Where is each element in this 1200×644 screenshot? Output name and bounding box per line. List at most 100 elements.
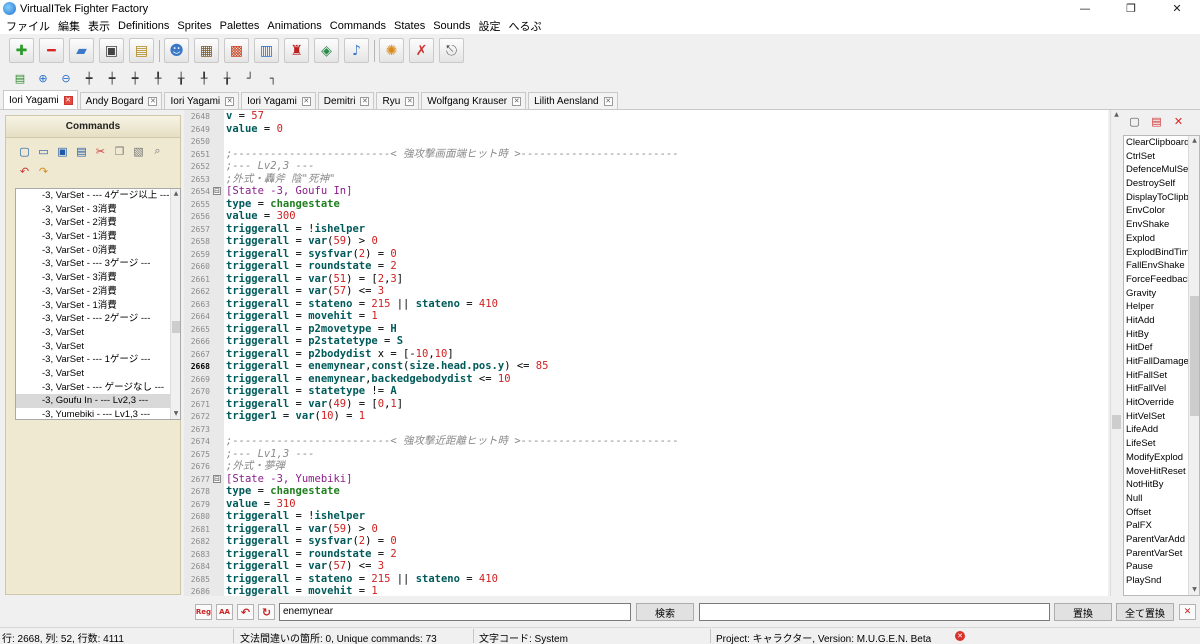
insert-9-icon[interactable]: ┐ bbox=[264, 70, 282, 88]
fold-toggle-icon[interactable]: ⊟ bbox=[213, 474, 221, 483]
regex-toggle[interactable]: Reg bbox=[195, 604, 212, 620]
insert-1-icon[interactable]: ┿ bbox=[80, 70, 98, 88]
controllers-scrollbar[interactable]: ▲ ▼ bbox=[1188, 136, 1199, 595]
list-item[interactable]: -3, VarSet - --- ゲージなし --- bbox=[16, 381, 180, 395]
sprites-icon[interactable]: ▩ bbox=[224, 38, 249, 63]
code-line[interactable]: triggerall = var(51) = [2,3] bbox=[226, 273, 403, 286]
save-as-icon[interactable]: ▤ bbox=[73, 143, 90, 159]
code-line[interactable]: triggerall = var(59) > 0 bbox=[226, 523, 378, 536]
edit-list-icon[interactable]: ▤ bbox=[1149, 114, 1164, 129]
menu-states[interactable]: States bbox=[390, 20, 429, 32]
list-item[interactable]: -3, VarSet - --- 2ゲージ --- bbox=[16, 312, 180, 326]
scroll-thumb[interactable] bbox=[1190, 296, 1199, 416]
close-tab-icon[interactable]: ✕ bbox=[301, 96, 311, 106]
insert-3-icon[interactable]: ┿ bbox=[126, 70, 144, 88]
code-line[interactable]: type = changestate bbox=[226, 198, 340, 211]
definitions-icon[interactable]: ▦ bbox=[194, 38, 219, 63]
code-line[interactable]: trigger1 = var(10) = 1 bbox=[226, 410, 365, 423]
tab-wolfgang-krauser[interactable]: Wolfgang Krauser ✕ bbox=[421, 92, 527, 109]
tab-iori-yagami-3[interactable]: Iori Yagami ✕ bbox=[241, 92, 316, 109]
code-line[interactable]: ;-------------------------< 強攻撃近距離ヒット時 >… bbox=[226, 435, 679, 448]
menu-palettes[interactable]: Palettes bbox=[216, 20, 264, 32]
calculator-icon[interactable]: ▤ bbox=[11, 70, 29, 88]
maximize-button[interactable]: ❐ bbox=[1108, 0, 1154, 17]
list-item[interactable]: -3, VarSet - 1消費 bbox=[16, 230, 180, 244]
menu-commands[interactable]: Commands bbox=[326, 20, 390, 32]
menu-settings[interactable]: 設定 bbox=[475, 18, 505, 34]
code-line[interactable]: triggerall = enemynear,const(size.head.p… bbox=[226, 360, 548, 373]
code-line[interactable]: triggerall = var(49) = [0,1] bbox=[226, 398, 403, 411]
list-item[interactable]: -3, VarSet - 2消費 bbox=[16, 285, 180, 299]
list-item[interactable]: -3, VarSet - 0消費 bbox=[16, 244, 180, 258]
match-case-toggle[interactable]: AA bbox=[216, 604, 233, 620]
code-line[interactable]: triggerall = var(57) <= 3 bbox=[226, 285, 384, 298]
close-tab-icon[interactable]: ✕ bbox=[63, 95, 73, 105]
menu-edit[interactable]: 編集 bbox=[54, 18, 84, 34]
code-line[interactable]: triggerall = statetype != A bbox=[226, 385, 397, 398]
code-line[interactable]: ;--- Lv1,3 --- bbox=[226, 448, 315, 461]
code-line[interactable]: [State -3, Goufu In] bbox=[226, 185, 352, 198]
scroll-thumb[interactable] bbox=[1112, 415, 1121, 429]
close-window-button[interactable]: ✕ bbox=[1154, 0, 1200, 17]
scroll-up-icon[interactable]: ▲ bbox=[1189, 136, 1199, 146]
minimize-button[interactable]: — bbox=[1062, 0, 1108, 17]
reset-icon[interactable]: ↻ bbox=[258, 604, 275, 620]
list-item[interactable]: -3, VarSet bbox=[16, 367, 180, 381]
scroll-down-icon[interactable]: ▼ bbox=[1189, 585, 1199, 595]
code-line[interactable]: triggerall = p2bodydist x = [-10,10] bbox=[226, 348, 454, 361]
code-editor[interactable]: 2648 2649 2650 2651 2652 2653 2654 ⊟ 2655 2656 265… bbox=[184, 110, 1108, 596]
paste-icon[interactable]: ▧ bbox=[130, 143, 147, 159]
cut-icon[interactable]: ✂ bbox=[92, 143, 109, 159]
open-folder-icon[interactable]: ▰ bbox=[69, 38, 94, 63]
code-line[interactable]: triggerall = var(59) > 0 bbox=[226, 235, 378, 248]
code-line[interactable]: value = 310 bbox=[226, 498, 296, 511]
paint-palette-icon[interactable]: ✺ bbox=[379, 38, 404, 63]
code-line[interactable]: ;--- Lv2,3 --- bbox=[226, 160, 315, 173]
tab-ryu[interactable]: Ryu ✕ bbox=[376, 92, 420, 109]
insert-5-icon[interactable]: ╁ bbox=[172, 70, 190, 88]
insert-6-icon[interactable]: ╀ bbox=[195, 70, 213, 88]
code-line[interactable]: ;-------------------------< 強攻撃画面端ヒット時 >… bbox=[226, 148, 679, 161]
replace-button[interactable]: 置換 bbox=[1054, 603, 1112, 621]
list-item[interactable]: -3, Yumebiki - --- Lv1,3 --- bbox=[16, 408, 180, 419]
search-button[interactable]: 検索 bbox=[636, 603, 694, 621]
states-icon[interactable]: ◈ bbox=[314, 38, 339, 63]
fold-toggle-icon[interactable]: ⊟ bbox=[213, 187, 221, 195]
code-line[interactable]: triggerall = enemynear,backedgebodydist … bbox=[226, 373, 511, 386]
menu-sounds[interactable]: Sounds bbox=[429, 20, 474, 32]
code-line[interactable]: v = 57 bbox=[226, 110, 264, 123]
find-icon[interactable]: ⌕ bbox=[149, 143, 166, 159]
code-line[interactable]: value = 0 bbox=[226, 123, 283, 136]
replace-input[interactable] bbox=[699, 603, 1050, 621]
code-line[interactable]: triggerall = movehit = 1 bbox=[226, 310, 378, 323]
tab-andy-bogard[interactable]: Andy Bogard ✕ bbox=[79, 92, 163, 109]
code-line[interactable]: triggerall = p2statetype = S bbox=[226, 335, 403, 348]
code-line[interactable]: triggerall = var(57) <= 3 bbox=[226, 560, 384, 573]
list-item[interactable]: -3, VarSet bbox=[16, 340, 180, 354]
code-line[interactable]: ;外式・夢弾 bbox=[226, 460, 285, 473]
error-icon[interactable]: ✕ bbox=[955, 631, 965, 641]
close-tab-icon[interactable]: ✕ bbox=[225, 96, 235, 106]
insert-4-icon[interactable]: ╀ bbox=[149, 70, 167, 88]
new-document-icon[interactable]: ▢ bbox=[1127, 114, 1142, 129]
code-line[interactable]: [State -3, Yumebiki] bbox=[226, 473, 352, 486]
list-item[interactable]: -3, VarSet - 3消費 bbox=[16, 203, 180, 217]
redo-icon[interactable]: ↷ bbox=[35, 163, 52, 179]
scroll-up-icon[interactable]: ▲ bbox=[171, 189, 180, 199]
list-item[interactable]: -3, VarSet bbox=[16, 326, 180, 340]
new-icon[interactable]: ▢ bbox=[16, 143, 33, 159]
undo-icon[interactable]: ↶ bbox=[237, 604, 254, 620]
characters-icon[interactable]: ☻ bbox=[164, 38, 189, 63]
save-icon[interactable]: ▣ bbox=[54, 143, 71, 159]
new-character-icon[interactable]: ✚ bbox=[9, 38, 34, 63]
list-item[interactable]: -3, VarSet - 3消費 bbox=[16, 271, 180, 285]
close-find-icon[interactable]: ✕ bbox=[1179, 604, 1196, 620]
zoom-in-icon[interactable]: ⊕ bbox=[34, 70, 52, 88]
menu-sprites[interactable]: Sprites bbox=[173, 20, 215, 32]
tools-icon[interactable]: ✗ bbox=[409, 38, 434, 63]
close-character-icon[interactable]: ━ bbox=[39, 38, 64, 63]
editor-scrollbar[interactable]: ▲ bbox=[1110, 110, 1121, 596]
code-line[interactable]: triggerall = stateno = 215 || stateno = … bbox=[226, 573, 498, 586]
close-tab-icon[interactable]: ✕ bbox=[512, 96, 522, 106]
scroll-thumb[interactable] bbox=[172, 321, 180, 333]
